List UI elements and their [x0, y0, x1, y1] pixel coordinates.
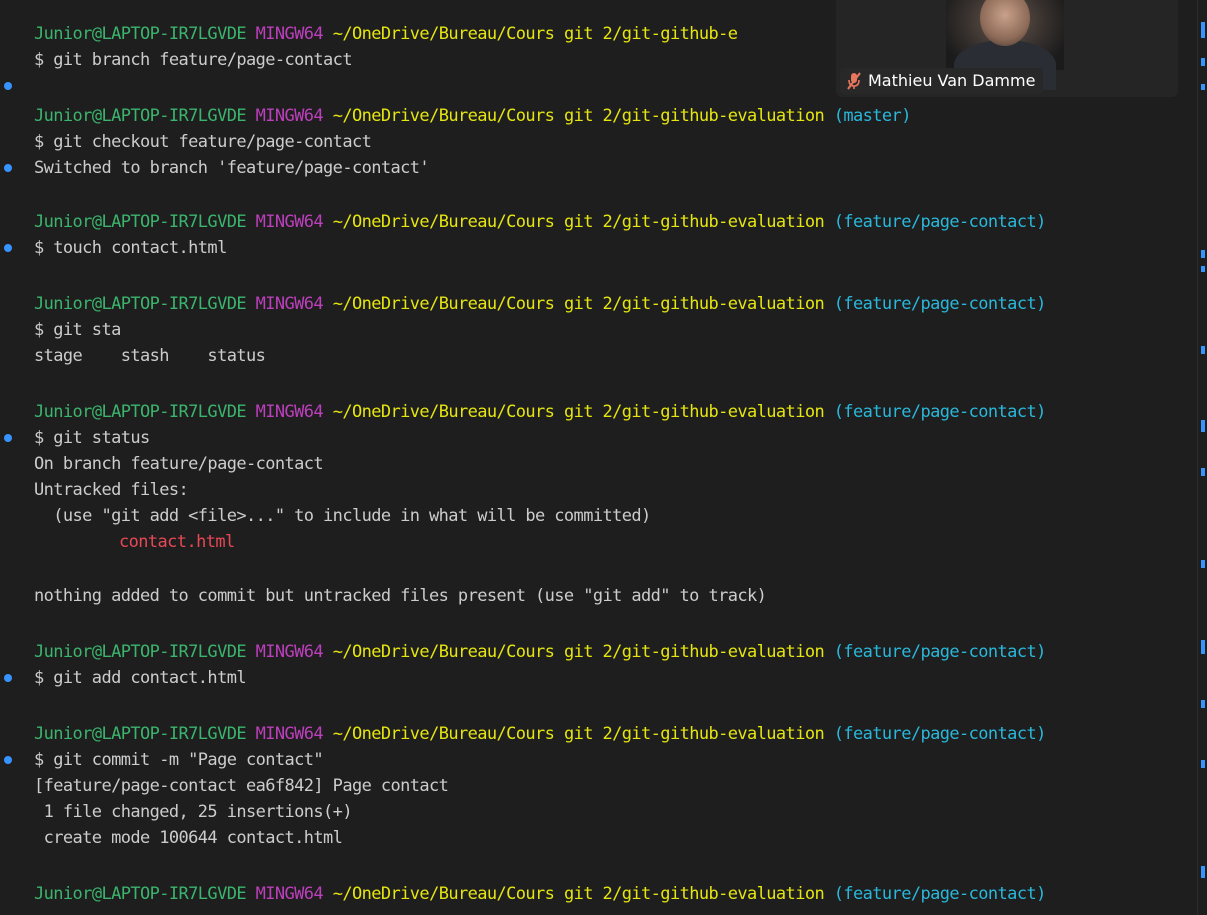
prompt-line: Junior@LAPTOP-IR7LGVDE MINGW64 ~/OneDriv…	[34, 884, 1046, 904]
overview-ruler[interactable]	[1197, 0, 1207, 915]
participant-video	[946, 0, 1064, 90]
prompt-branch: (master)	[833, 106, 912, 126]
ruler-marker	[1201, 250, 1205, 258]
command-line: $ git add contact.html	[34, 668, 247, 688]
prompt-system: MINGW64	[255, 24, 324, 44]
ruler-marker	[1201, 58, 1205, 66]
output-line: create mode 100644 contact.html	[34, 828, 343, 848]
untracked-file: contact.html	[119, 532, 235, 552]
participant-head	[980, 0, 1030, 46]
command-decoration-dot[interactable]	[4, 674, 12, 682]
prompt-line: Junior@LAPTOP-IR7LGVDE MINGW64 ~/OneDriv…	[34, 402, 1046, 422]
ruler-marker	[1201, 84, 1205, 90]
output-line: [feature/page-contact ea6f842] Page cont…	[34, 776, 449, 796]
command-line: $ git checkout feature/page-contact	[34, 132, 372, 152]
terminal-window[interactable]: Junior@LAPTOP-IR7LGVDE MINGW64 ~/OneDriv…	[0, 0, 1207, 915]
prompt-path: ~/OneDrive/Bureau/Cours git 2/git-github…	[332, 24, 738, 44]
output-line: (use "git add <file>..." to include in w…	[34, 506, 651, 526]
ruler-marker	[1201, 420, 1205, 432]
prompt-line: Junior@LAPTOP-IR7LGVDE MINGW64 ~/OneDriv…	[34, 724, 1046, 744]
command-line: $ git status	[34, 428, 150, 448]
ruler-marker	[1201, 468, 1205, 476]
prompt-line: Junior@LAPTOP-IR7LGVDE MINGW64 ~/OneDriv…	[34, 642, 1046, 662]
command-decoration-dot[interactable]	[4, 434, 12, 442]
command-decoration-dot[interactable]	[4, 244, 12, 252]
participant-name: Mathieu Van Damme	[868, 71, 1036, 90]
ruler-marker	[1201, 266, 1205, 272]
output-line: Switched to branch 'feature/page-contact…	[34, 158, 430, 178]
command-line: $ touch contact.html	[34, 238, 227, 258]
prompt-line: Junior@LAPTOP-IR7LGVDE MINGW64 ~/OneDriv…	[34, 294, 1046, 314]
command-line: $ git sta	[34, 320, 121, 340]
output-line: nothing added to commit but untracked fi…	[34, 586, 767, 606]
completion-list: stage stash status	[34, 346, 266, 366]
command-line: $ git branch feature/page-contact	[34, 50, 353, 70]
ruler-marker	[1201, 560, 1205, 568]
ruler-marker	[1201, 866, 1205, 878]
video-call-tile[interactable]: Mathieu Van Damme	[836, 0, 1178, 97]
prompt-line: Junior@LAPTOP-IR7LGVDE MINGW64 ~/OneDriv…	[34, 212, 1046, 232]
output-line: 1 file changed, 25 insertions(+)	[34, 802, 353, 822]
prompt-line: Junior@LAPTOP-IR7LGVDE MINGW64 ~/OneDriv…	[34, 22, 738, 46]
command-line: $ git commit -m "Page contact"	[34, 750, 324, 770]
participant-name-label: Mathieu Van Damme	[840, 68, 1044, 94]
prompt-host: @LAPTOP-IR7LGVDE	[91, 24, 247, 44]
ruler-marker	[1201, 760, 1205, 768]
ruler-marker	[1201, 22, 1205, 38]
command-decoration-dot[interactable]	[4, 756, 12, 764]
prompt-user: Junior	[34, 24, 92, 44]
prompt-line: Junior@LAPTOP-IR7LGVDE MINGW64 ~/OneDriv…	[34, 106, 912, 126]
ruler-marker	[1201, 346, 1205, 354]
ruler-marker	[1201, 640, 1205, 654]
mic-muted-icon	[847, 72, 861, 90]
output-line: On branch feature/page-contact	[34, 454, 324, 474]
command-decoration-dot[interactable]	[4, 82, 12, 90]
output-line: Untracked files:	[34, 480, 189, 500]
command-decoration-dot[interactable]	[4, 164, 12, 172]
ruler-marker	[1201, 700, 1205, 708]
